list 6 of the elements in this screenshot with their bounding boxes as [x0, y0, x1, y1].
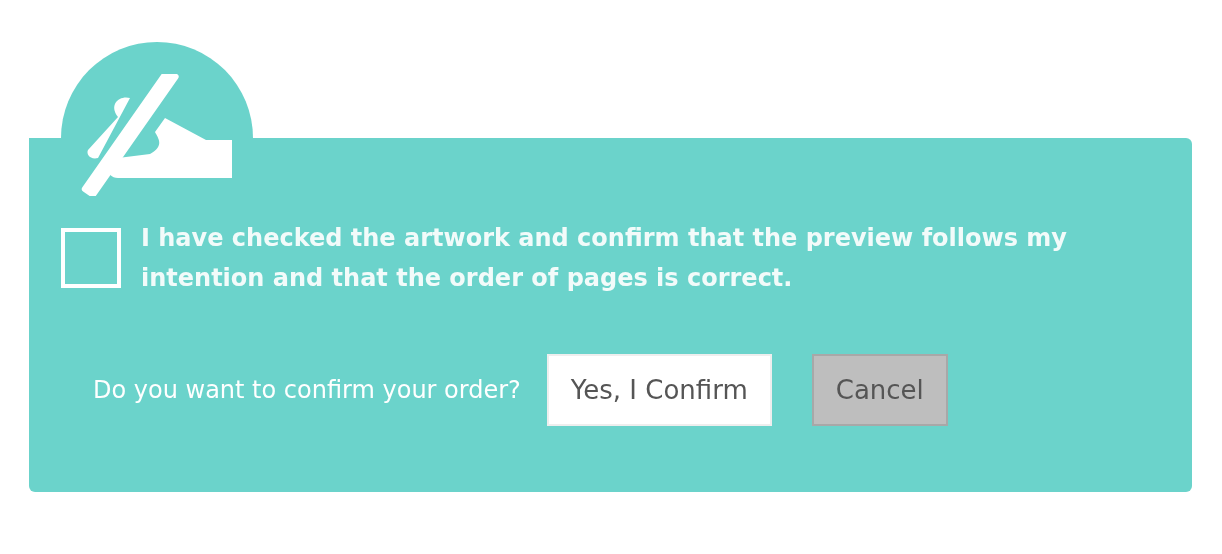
confirm-button[interactable]: Yes, I Confirm: [546, 354, 772, 426]
cancel-button[interactable]: Cancel: [811, 354, 948, 426]
hand-writing-icon: [80, 74, 235, 196]
confirm-question: Do you want to confirm your order?: [93, 376, 521, 404]
agreement-text: I have checked the artwork and confirm that the preview follows my intention and that the order of pages is correct.: [141, 223, 1068, 294]
agreement-checkbox[interactable]: [61, 228, 121, 288]
